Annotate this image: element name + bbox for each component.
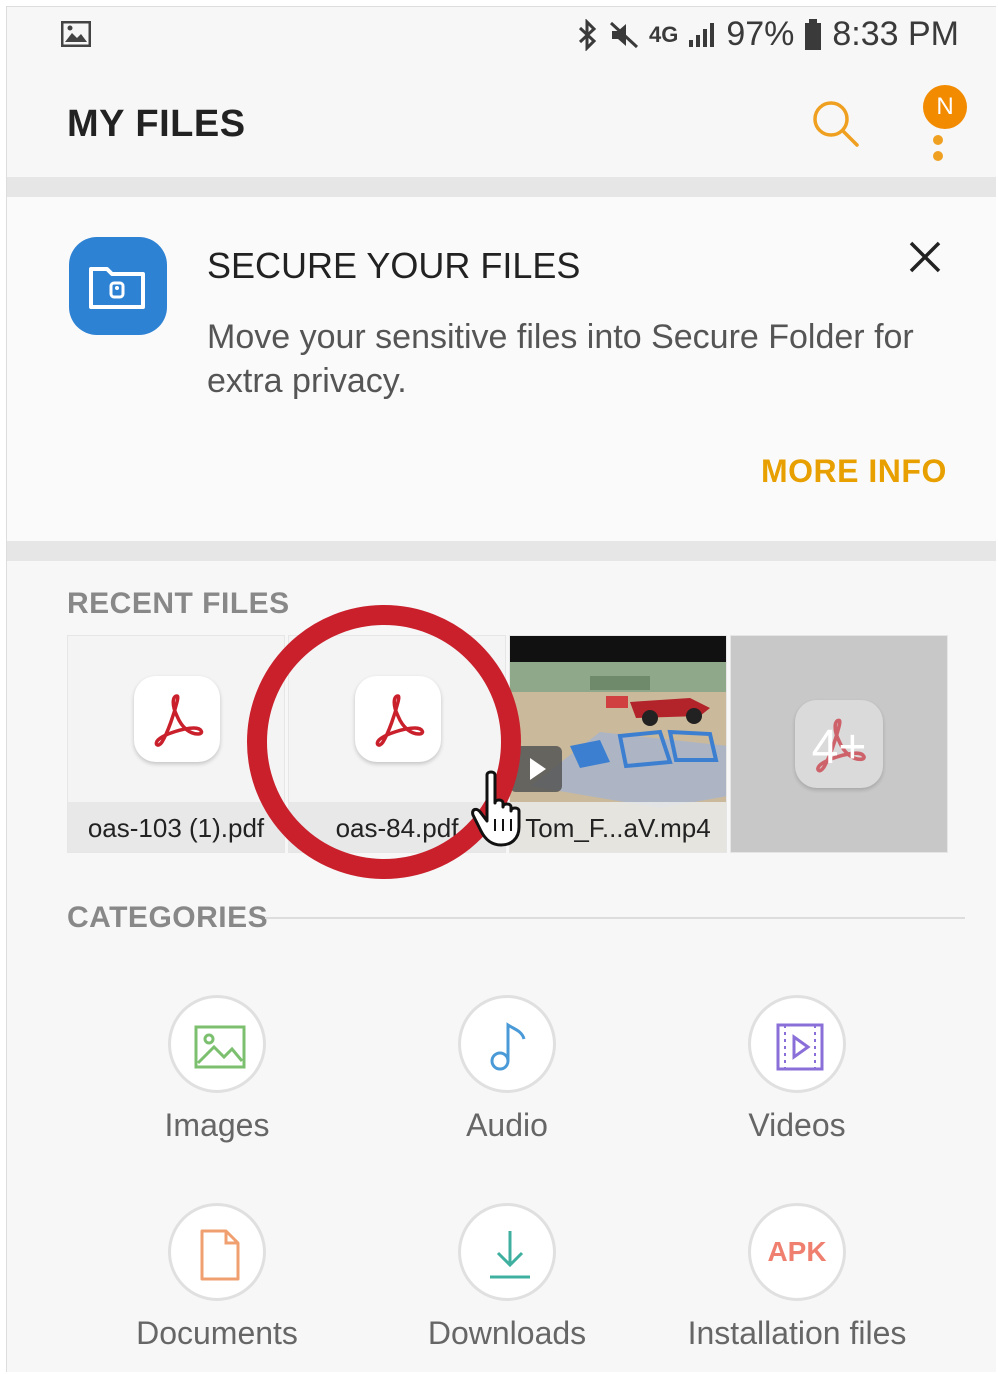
battery-percent: 97% [726,15,795,53]
status-bar: 4G 97% 8:33 PM [7,7,996,65]
secure-folder-card: SECURE YOUR FILES Move your sensitive fi… [7,197,996,541]
recent-files-title: RECENT FILES [67,587,290,620]
pdf-icon [134,676,220,762]
mute-icon [609,21,638,48]
apk-icon: APK [748,1203,846,1301]
search-icon[interactable] [809,97,861,149]
secure-folder-icon [69,237,167,335]
card-description: Move your sensitive files into Secure Fo… [207,318,914,400]
category-label: Installation files [687,1315,907,1351]
signal-icon [689,22,715,47]
categories-title: CATEGORIES [67,901,269,934]
more-options-button[interactable]: N [913,85,973,165]
more-dot-icon [933,151,943,161]
battery-icon [805,18,822,50]
more-info-button[interactable]: MORE INFO [761,453,947,490]
category-label: Audio [466,1107,548,1143]
category-audio[interactable]: Audio [367,995,647,1144]
more-count: 4+ [811,721,867,774]
file-name: Tom_F...aV.mp4 [525,813,711,843]
download-icon [458,1203,556,1301]
more-recent-files-tile[interactable]: 4+ [730,635,948,853]
bluetooth-icon [578,18,597,51]
card-heading: SECURE YOUR FILES [207,245,581,286]
category-installation-files[interactable]: APK Installation files [657,1203,937,1352]
apk-icon-text: APK [767,1236,827,1267]
more-dot-icon [933,135,943,145]
hand-cursor-icon [471,770,521,847]
categories-divider [265,917,965,919]
category-downloads[interactable]: Downloads [367,1203,647,1352]
category-documents[interactable]: Documents [77,1203,357,1352]
image-icon [168,995,266,1093]
document-icon [168,1203,266,1301]
category-label: Images [164,1107,270,1143]
category-label: Documents [136,1315,298,1351]
network-type: 4G [648,21,679,47]
notification-badge: N [923,85,967,129]
recent-file-tile[interactable]: Tom_F...aV.mp4 [509,635,727,853]
my-files-screen: 4G 97% 8:33 PM MY FILES N SECURE YOUR FI… [6,6,996,1372]
gallery-icon [61,21,91,47]
category-images[interactable]: Images [77,995,357,1144]
category-videos[interactable]: Videos [657,995,937,1144]
page-title: MY FILES [67,103,246,145]
category-label: Videos [748,1107,846,1143]
section-divider [7,177,996,197]
section-divider [7,541,996,561]
file-name: oas-103 (1).pdf [87,813,265,843]
category-label: Downloads [427,1315,587,1351]
app-bar: MY FILES N [7,65,996,177]
music-note-icon [458,995,556,1093]
clock: 8:33 PM [832,15,959,53]
video-icon [748,995,846,1093]
close-icon[interactable] [903,235,947,279]
